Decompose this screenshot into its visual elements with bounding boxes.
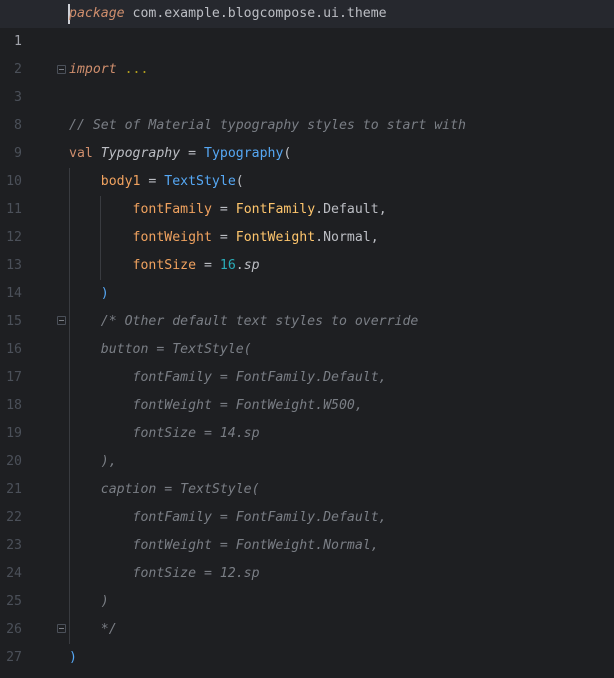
operator: = (196, 258, 220, 273)
fold-end-icon[interactable] (57, 624, 66, 633)
code-comment: fontWeight = FontWeight.Normal, (69, 538, 379, 553)
fold-collapse-icon[interactable] (57, 316, 66, 325)
named-argument: fontWeight (132, 230, 212, 245)
named-argument: fontSize (132, 258, 197, 273)
code-comment: // Set of Material typography styles to … (69, 118, 466, 133)
code-line-12[interactable]: 12 fontFamily = FontFamily.Default, (0, 196, 614, 245)
code-comment: /* Other default text styles to override (69, 314, 419, 329)
code-text: import ... (69, 56, 148, 84)
code-line-15[interactable]: 15 ) (0, 280, 614, 329)
number-literal: 16 (219, 258, 236, 273)
code-editor[interactable]: 1 package com.example.blogcompose.ui.the… (0, 0, 614, 678)
keyword: package (69, 6, 125, 21)
code-line-20[interactable]: 20 fontSize = 14.sp (0, 420, 614, 469)
named-argument: body1 (100, 174, 141, 189)
object-ref: FontFamily (235, 202, 316, 217)
code-line-27[interactable]: 27 */ (0, 616, 614, 665)
code-line-16[interactable]: 16 /* Other default text styles to overr… (0, 308, 614, 357)
code-comment: fontFamily = FontFamily.Default, (69, 370, 387, 385)
code-line-11[interactable]: 11 body1 = TextStyle( (0, 168, 614, 217)
code-text: ) (69, 286, 109, 301)
extension-property: sp (243, 258, 260, 273)
code-line-25[interactable]: 25 fontSize = 12.sp (0, 560, 614, 609)
named-argument: fontFamily (132, 202, 212, 217)
operator: = (211, 230, 236, 245)
code-line-13[interactable]: 13 fontWeight = FontWeight.Normal, (0, 224, 614, 273)
line-number: 28 (0, 672, 22, 678)
code-line-22[interactable]: 22 caption = TextStyle( (0, 476, 614, 525)
code-line-3[interactable]: 3 import ... (0, 56, 614, 105)
paren: ( (283, 146, 292, 161)
code-line-1[interactable]: 1 package com.example.blogcompose.ui.the… (0, 0, 614, 49)
code-comment: */ (69, 622, 117, 637)
code-line-2[interactable]: 2 (0, 28, 614, 77)
operator: = (180, 146, 205, 161)
code-line-28[interactable]: 28 ) (0, 644, 614, 672)
member-access: .Normal, (315, 230, 379, 245)
code-line-23[interactable]: 23 fontFamily = FontFamily.Default, (0, 504, 614, 553)
code-line-8[interactable]: 8 (0, 84, 614, 133)
code-line-10[interactable]: 10 val Typography = Typography( (0, 140, 614, 189)
code-comment: fontSize = 12.sp (69, 566, 260, 581)
code-text: fontFamily = FontFamily.Default, (69, 196, 387, 224)
code-text: package com.example.blogcompose.ui.theme (69, 0, 387, 28)
keyword: import (69, 62, 117, 77)
fold-expand-icon[interactable] (57, 65, 66, 74)
code-comment: fontFamily = FontFamily.Default, (69, 510, 387, 525)
code-line-18[interactable]: 18 fontFamily = FontFamily.Default, (0, 364, 614, 413)
package-path: com.example.blogcompose.ui.theme (124, 6, 387, 21)
folded-imports[interactable]: ... (117, 62, 149, 77)
code-comment: caption = TextStyle( (69, 482, 260, 497)
code-line-9[interactable]: 9 // Set of Material typography styles t… (0, 112, 614, 161)
code-text: body1 = TextStyle( (69, 168, 244, 196)
code-comment: button = TextStyle( (69, 342, 252, 357)
code-text: fontWeight = FontWeight.Normal, (69, 224, 379, 252)
code-line-26[interactable]: 26 ) (0, 588, 614, 637)
operator: = (211, 202, 236, 217)
code-line-14[interactable]: 14 fontSize = 16.sp (0, 252, 614, 301)
code-text: val Typography = Typography( (69, 140, 291, 168)
code-text: ) (69, 650, 77, 665)
indent-guide (69, 168, 70, 644)
code-text: fontSize = 16.sp (69, 252, 260, 280)
keyword: val (69, 146, 93, 161)
operator: = (140, 174, 165, 189)
code-comment: fontWeight = FontWeight.W500, (69, 398, 363, 413)
code-line-19[interactable]: 19 fontWeight = FontWeight.W500, (0, 392, 614, 441)
indent-guide (100, 196, 101, 280)
code-comment: ) (69, 594, 109, 609)
code-line-24[interactable]: 24 fontWeight = FontWeight.Normal, (0, 532, 614, 581)
code-line-21[interactable]: 21 ), (0, 448, 614, 497)
code-line-17[interactable]: 17 button = TextStyle( (0, 336, 614, 385)
function-call: TextStyle (164, 174, 236, 189)
paren: ( (235, 174, 244, 189)
member-access: .Default, (315, 202, 387, 217)
dot: . (235, 258, 244, 273)
variable-name: Typography (100, 146, 181, 161)
object-ref: FontWeight (235, 230, 316, 245)
function-call: Typography (204, 146, 284, 161)
code-comment: ), (69, 454, 117, 469)
code-comment: fontSize = 14.sp (69, 426, 260, 441)
